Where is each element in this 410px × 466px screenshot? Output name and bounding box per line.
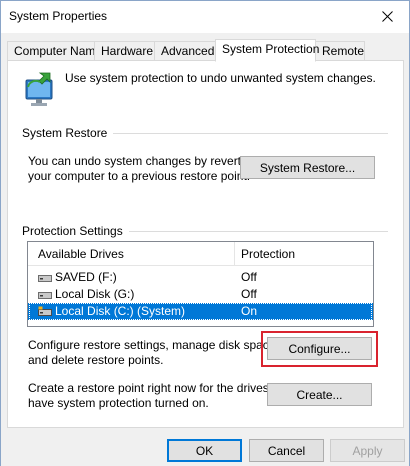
close-icon [381,10,393,22]
system-restore-description-line1: You can undo system changes by reverting [28,154,258,168]
column-separator[interactable] [234,242,235,266]
create-text-line1: Create a restore point right now for the… [28,381,293,395]
tab-advanced[interactable]: Advanced [154,41,216,61]
configure-text-line2: and delete restore points. [28,353,164,367]
tab-strip: Computer Name Hardware Advanced System P… [7,39,405,62]
drive-row-selected[interactable]: Local Disk (C:) (System) On [28,303,373,320]
create-text-line2: have system protection turned on. [28,396,209,410]
create-button[interactable]: Create... [267,383,372,406]
system-drive-icon [38,306,52,316]
intro-text: Use system protection to undo unwanted s… [65,71,376,85]
configure-button[interactable]: Configure... [267,337,372,360]
tab-remote[interactable]: Remote [315,41,365,61]
configure-text-line1: Configure restore settings, manage disk … [28,338,279,352]
system-restore-button[interactable]: System Restore... [240,156,375,179]
available-drives-list[interactable]: Available Drives Protection SAVED (F:) O… [27,241,374,327]
close-button[interactable] [365,1,409,31]
window-title: System Properties [9,9,108,23]
system-properties-window: System Properties Computer Name Hardware… [0,0,410,466]
drive-name: Local Disk (C:) (System) [55,304,186,318]
tab-system-protection[interactable]: System Protection [215,39,319,62]
tab-hardware[interactable]: Hardware [94,41,155,61]
column-header-available-drives[interactable]: Available Drives [38,247,124,261]
ok-button[interactable]: OK [167,439,242,462]
system-restore-group-label: System Restore [22,126,114,140]
drive-row[interactable]: Local Disk (G:) Off [28,286,373,303]
drive-protection-status: On [241,304,258,318]
drive-name: SAVED (F:) [55,270,117,284]
dialog-button-bar: OK Cancel Apply [1,429,409,466]
column-header-protection[interactable]: Protection [241,247,295,261]
drive-protection-status: Off [241,270,257,284]
protection-settings-group-label: Protection Settings [22,224,129,238]
drive-name: Local Disk (G:) [55,287,135,301]
drive-icon [38,292,52,299]
cancel-button[interactable]: Cancel [249,439,324,462]
drive-icon [38,275,52,282]
drive-protection-status: Off [241,287,257,301]
tab-computer-name[interactable]: Computer Name [7,41,102,61]
system-restore-description-line2: your computer to a previous restore poin… [28,169,251,183]
title-bar: System Properties [1,1,409,33]
drive-row[interactable]: SAVED (F:) Off [28,269,373,286]
drives-list-header: Available Drives Protection [28,242,373,266]
system-protection-icon [25,72,53,106]
apply-button[interactable]: Apply [330,439,405,462]
